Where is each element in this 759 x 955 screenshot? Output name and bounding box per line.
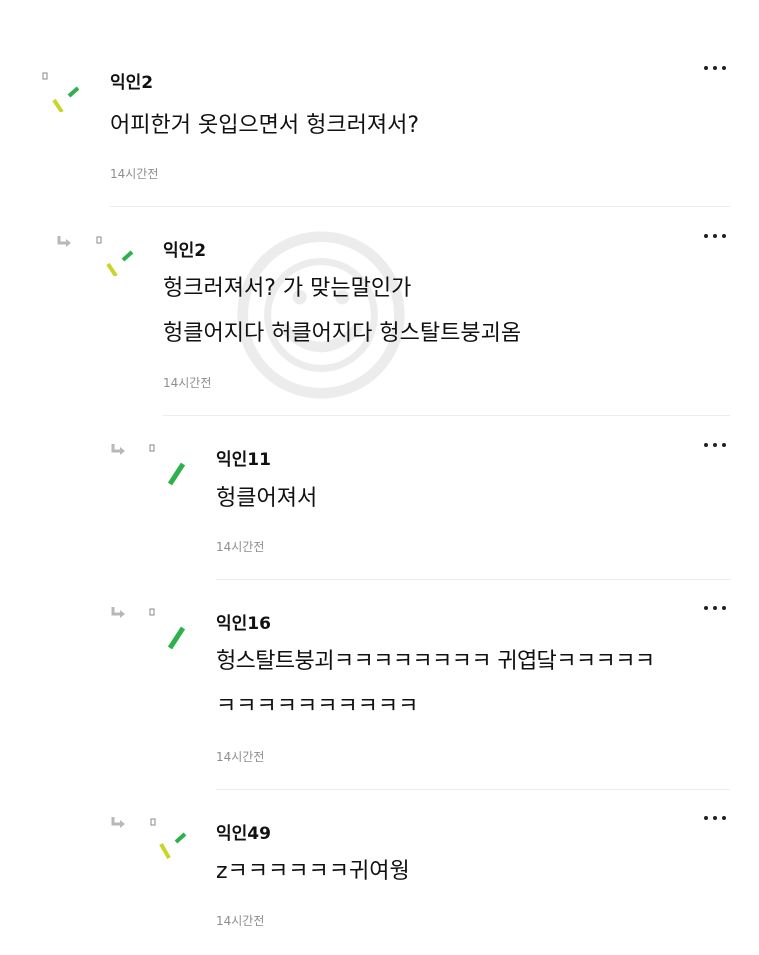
comment-author[interactable]: 익인11: [216, 445, 271, 470]
comment-timestamp: 14시간전: [216, 750, 265, 764]
reply-arrow-icon: [111, 444, 125, 455]
avatar-icon[interactable]: [147, 444, 189, 486]
comment-author[interactable]: 익인16: [216, 609, 271, 634]
reply-arrow-icon: [111, 607, 125, 618]
comment-divider: [110, 206, 730, 207]
comment-divider: [216, 789, 730, 790]
comment-text: 어피한거 옷입으면서 헝크러져서?: [110, 113, 420, 138]
comment-text: ㅋㅋㅋㅋㅋㅋㅋㅋㅋㅋ: [216, 694, 419, 719]
comment-timestamp: 14시간전: [110, 167, 159, 181]
more-options-icon[interactable]: [704, 440, 730, 450]
comment-divider: [216, 579, 730, 580]
comment-divider: [163, 415, 730, 416]
comment-text: 헝클어지다 허클어지다 헝스탈트붕괴옴: [163, 321, 522, 346]
comment-timestamp: 14시간전: [163, 376, 212, 390]
smiley-watermark-icon: [237, 231, 405, 399]
comment-text: 헝스탈트붕괴ㅋㅋㅋㅋㅋㅋㅋㅋ 귀엽닼ㅋㅋㅋㅋㅋ: [216, 649, 655, 674]
avatar-icon[interactable]: [40, 70, 82, 112]
comment-author[interactable]: 익인2: [163, 236, 206, 261]
comment-timestamp: 14시간전: [216, 540, 265, 554]
comment-text: zㅋㅋㅋㅋㅋㅋ귀여웡: [216, 859, 410, 884]
comment-author[interactable]: 익인2: [110, 68, 153, 93]
more-options-icon[interactable]: [704, 63, 730, 73]
more-options-icon[interactable]: [704, 603, 730, 613]
comment-text: 헝크러져서? 가 맞는말인가: [163, 276, 412, 301]
more-options-icon[interactable]: [704, 813, 730, 823]
comment-author[interactable]: 익인49: [216, 819, 271, 844]
avatar-icon[interactable]: [94, 234, 136, 276]
reply-arrow-icon: [111, 817, 125, 828]
more-options-icon[interactable]: [704, 231, 730, 241]
comment-timestamp: 14시간전: [216, 914, 265, 928]
avatar-icon[interactable]: [147, 608, 189, 650]
reply-arrow-icon: [57, 236, 71, 247]
comment-text: 헝클어져서: [216, 486, 318, 511]
avatar-icon[interactable]: [148, 818, 190, 860]
